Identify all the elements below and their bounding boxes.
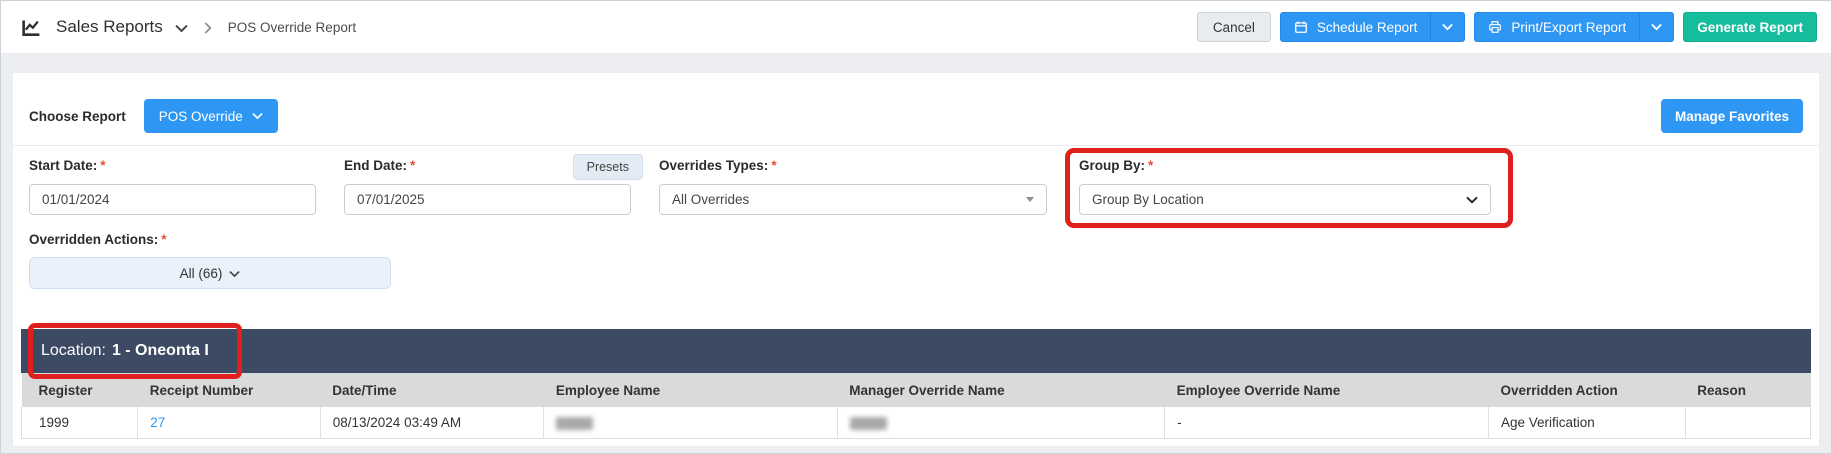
breadcrumb-chevron-right-icon [204,22,212,34]
start-date-label: Start Date: * [29,158,106,173]
column-header: Manager Override Name [837,373,1165,407]
top-bar: Sales Reports POS Override Report Cancel… [1,1,1831,53]
required-marker: * [1148,158,1154,173]
table-cell [543,407,838,439]
report-type-dropdown[interactable]: POS Override [143,99,278,133]
breadcrumb: POS Override Report [227,19,357,35]
table-cell: Age Verification [1487,407,1686,439]
table-cell: 27 [137,407,321,439]
chevron-down-icon [1466,196,1478,204]
receipt-link[interactable]: 27 [150,415,165,430]
location-group-header: Location: 1 - Oneonta I [21,323,1811,379]
required-marker: * [771,158,777,173]
table-body: 1999 27 08/13/2024 03:49 AM - Age Verificati… [20,407,1812,439]
column-header: Employee Name [543,373,838,407]
report-type-value: POS Override [158,108,243,124]
print-export-label: Print/Export Report [1511,19,1627,35]
table-cell: 08/13/2024 03:49 AM [319,407,545,439]
report-table: Register Receipt Number Date/Time Employee … [20,373,1812,439]
manage-favorites-button[interactable]: Manage Favorites [1660,99,1803,133]
overridden-actions-value: All (66) [179,265,223,281]
location-label: Location: [41,342,106,359]
line-chart-icon [21,17,42,38]
end-date-input[interactable] [344,184,631,215]
generate-report-button[interactable]: Generate Report [1683,12,1817,42]
table-header-row: Register Receipt Number Date/Time Employee … [21,373,1811,407]
print-export-button[interactable]: Print/Export Report [1474,12,1675,42]
redacted-text [849,416,887,430]
table-cell: 1999 [20,407,139,439]
page-title: Sales Reports [56,17,163,36]
redacted-text [556,416,594,430]
schedule-report-label: Schedule Report [1316,19,1418,35]
schedule-chevron-down-icon[interactable] [1430,13,1464,41]
column-header: Reason [1685,373,1811,407]
column-header: Overridden Action [1488,373,1686,407]
overrides-types-label: Overrides Types: * [659,158,777,173]
cancel-button[interactable]: Cancel [1196,12,1271,42]
group-by-select[interactable]: Group By Location [1079,184,1491,215]
schedule-report-button[interactable]: Schedule Report [1279,12,1466,42]
group-by-value: Group By Location [1092,192,1204,207]
page-body: Choose Report POS Override Manage Favori… [1,53,1831,446]
required-marker: * [161,232,167,247]
column-header: Date/Time [320,373,544,407]
start-date-input[interactable] [29,184,316,215]
presets-button[interactable]: Presets [572,154,643,180]
table-cell [1684,407,1812,439]
location-value: 1 - Oneonta I [111,342,209,359]
column-header: Employee Override Name [1164,373,1489,407]
table-cell [836,407,1166,439]
report-type-chevron-down-icon [252,112,263,120]
group-by-label: Group By: * [1079,158,1154,173]
required-marker: * [100,158,106,173]
chevron-down-icon [229,270,241,278]
table-row: 1999 27 08/13/2024 03:49 AM - Age Verificati… [20,407,1812,439]
required-marker: * [410,158,416,173]
title-chevron-down-icon[interactable] [175,24,188,33]
table-cell: - [1164,407,1489,439]
calendar-icon [1294,20,1308,34]
column-header: Register [21,373,138,407]
printer-icon [1488,20,1502,34]
report-panel: Choose Report POS Override Manage Favori… [13,73,1819,446]
overrides-types-select[interactable]: All Overrides [659,184,1047,215]
overridden-actions-label: Overridden Actions: * [29,232,167,247]
report-table-section: Location: 1 - Oneonta I Register Receipt … [20,323,1812,439]
print-chevron-down-icon[interactable] [1639,13,1673,41]
caret-down-icon [1026,197,1034,202]
overrides-types-value: All Overrides [672,192,750,207]
choose-report-label: Choose Report [29,108,126,124]
overridden-actions-dropdown[interactable]: All (66) [29,257,391,289]
column-header: Receipt Number [137,373,321,407]
